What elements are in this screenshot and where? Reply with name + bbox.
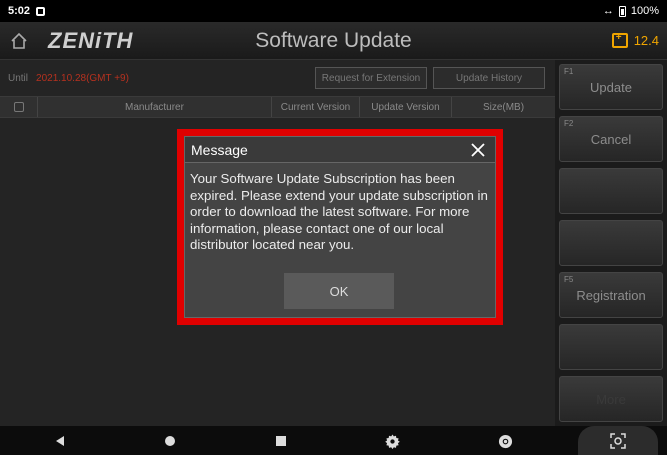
app-header: ZENiTH Software Update 12.4: [0, 22, 667, 60]
empty-function-button-6[interactable]: [559, 324, 663, 370]
button-label: More: [596, 391, 626, 407]
request-extension-button[interactable]: Request for Extension: [315, 67, 427, 89]
vehicle-battery: 12.4: [611, 32, 659, 48]
car-battery-icon: [611, 32, 628, 48]
message-dialog: Message Your Software Update Subscriptio…: [184, 136, 496, 318]
status-right: ↔ 100%: [603, 5, 659, 17]
back-icon[interactable]: [52, 433, 68, 449]
cancel-button[interactable]: F2 Cancel: [559, 116, 663, 162]
brand-logo: ZENiTH: [48, 27, 134, 53]
column-update-version[interactable]: Update Version: [360, 97, 452, 117]
home-circle-icon[interactable]: [162, 433, 178, 449]
screenshot-button[interactable]: [578, 426, 658, 455]
status-bar: 5:02 ↔ 100%: [0, 0, 667, 22]
dialog-message: Your Software Update Subscription has be…: [190, 171, 488, 253]
column-manufacturer[interactable]: Manufacturer: [38, 97, 272, 117]
status-time: 5:02: [8, 5, 31, 17]
until-label: Until: [8, 72, 29, 84]
close-icon[interactable]: [467, 139, 489, 161]
update-history-button[interactable]: Update History: [433, 67, 545, 89]
update-button[interactable]: F1 Update: [559, 64, 663, 110]
button-label: Cancel: [590, 131, 632, 147]
home-icon[interactable]: [0, 22, 38, 60]
button-label: Registration: [576, 287, 646, 303]
empty-function-button-3[interactable]: [559, 168, 663, 214]
battery-percent: 100%: [630, 5, 659, 17]
column-size[interactable]: Size(MB): [452, 97, 555, 117]
table-header: Manufacturer Current Version Update Vers…: [0, 96, 555, 118]
ok-button[interactable]: OK: [284, 273, 394, 309]
select-all-cell[interactable]: [0, 97, 38, 117]
notification-icon: [36, 6, 46, 16]
settings-gear-icon[interactable]: [384, 433, 400, 449]
dialog-title: Message: [185, 137, 495, 163]
select-all-checkbox[interactable]: [13, 102, 24, 112]
dialog-title-text: Message: [191, 141, 248, 158]
button-label: Update: [590, 79, 632, 95]
column-current-version[interactable]: Current Version: [272, 97, 360, 117]
subscription-row: Until 2021.10.28(GMT +9) Request for Ext…: [0, 66, 555, 90]
recents-icon[interactable]: [273, 433, 289, 449]
link-icon: ↔: [602, 5, 614, 17]
more-button[interactable]: More: [559, 376, 663, 422]
function-key-panel: F1 Update F2 Cancel F5 Registration More: [555, 60, 667, 426]
camera-icon: [610, 432, 626, 449]
chrome-icon[interactable]: [497, 433, 513, 449]
battery-voltage: 12.4: [633, 33, 659, 48]
until-date: 2021.10.28(GMT +9): [36, 72, 129, 84]
battery-icon: [618, 5, 626, 17]
registration-button[interactable]: F5 Registration: [559, 272, 663, 318]
system-nav-bar: [0, 426, 667, 455]
empty-function-button-4[interactable]: [559, 220, 663, 266]
